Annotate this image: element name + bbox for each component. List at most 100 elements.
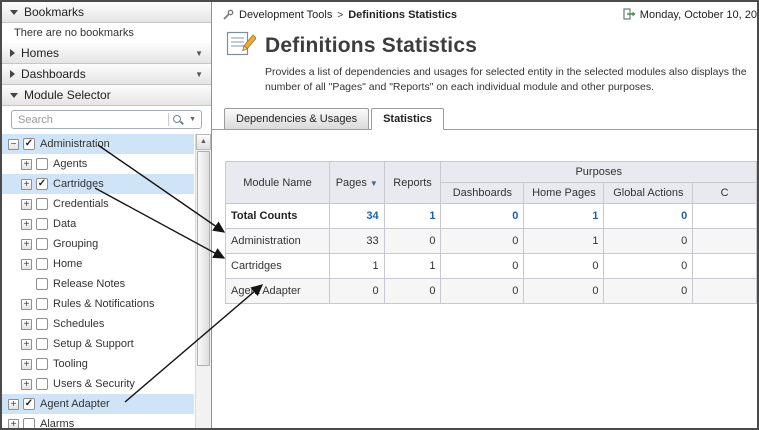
count-cell[interactable]: 0: [441, 279, 524, 304]
count-cell[interactable]: 33: [329, 229, 384, 254]
breadcrumb-development-tools[interactable]: Development Tools: [239, 9, 332, 21]
tree-item[interactable]: Release Notes: [2, 274, 194, 294]
column-header-clipped[interactable]: C: [693, 183, 757, 204]
count-cell[interactable]: 0: [384, 279, 441, 304]
checkbox[interactable]: [36, 238, 48, 250]
table-row[interactable]: Administration 33 0 0 1 0: [226, 229, 757, 254]
sidebar-section-homes[interactable]: Homes ▼: [2, 43, 211, 64]
checkbox[interactable]: [36, 358, 48, 370]
checkbox[interactable]: [36, 298, 48, 310]
chevron-down-icon[interactable]: ▼: [195, 70, 203, 79]
count-cell[interactable]: 34: [329, 204, 384, 229]
count-cell[interactable]: 0: [441, 204, 524, 229]
column-header-global-actions[interactable]: Global Actions: [604, 183, 693, 204]
tree-item-label: Agents: [53, 158, 87, 170]
count-cell[interactable]: 1: [524, 229, 604, 254]
count-cell[interactable]: 0: [604, 204, 693, 229]
table-row[interactable]: Total Counts 34 1 0 1 0: [226, 204, 757, 229]
tree-item[interactable]: + Data: [2, 214, 194, 234]
count-cell[interactable]: 0: [604, 279, 693, 304]
count-cell[interactable]: 0: [604, 229, 693, 254]
checkbox[interactable]: [36, 258, 48, 270]
chevron-down-icon[interactable]: ▼: [195, 49, 203, 58]
checkbox[interactable]: ✓: [23, 138, 35, 150]
checkbox[interactable]: [36, 218, 48, 230]
expand-icon[interactable]: +: [21, 219, 32, 230]
expand-icon[interactable]: +: [8, 399, 19, 410]
expand-icon[interactable]: −: [8, 139, 19, 150]
column-header-home-pages[interactable]: Home Pages: [524, 183, 604, 204]
checkbox[interactable]: ✓: [36, 178, 48, 190]
column-header-pages[interactable]: Pages▼: [329, 162, 384, 204]
logout-icon[interactable]: [623, 8, 636, 23]
tree-item[interactable]: + Users & Security: [2, 374, 194, 394]
tree-item[interactable]: + ✓ Cartridges: [2, 174, 194, 194]
checkbox[interactable]: [36, 318, 48, 330]
checkbox[interactable]: ✓: [23, 398, 35, 410]
checkbox[interactable]: [36, 378, 48, 390]
section-label: Module Selector: [24, 88, 111, 102]
tree-item[interactable]: + Credentials: [2, 194, 194, 214]
tree-item[interactable]: + Alarms: [2, 414, 194, 428]
expand-icon[interactable]: +: [21, 359, 32, 370]
column-group-purposes: Purposes: [441, 162, 757, 183]
tree-item[interactable]: + Grouping: [2, 234, 194, 254]
search-icon[interactable]: [173, 114, 185, 126]
count-cell[interactable]: 0: [329, 279, 384, 304]
sidebar-section-module-selector[interactable]: Module Selector: [2, 85, 211, 106]
tree-item[interactable]: + Rules & Notifications: [2, 294, 194, 314]
count-cell-clipped[interactable]: [693, 254, 757, 279]
count-cell[interactable]: 0: [524, 279, 604, 304]
count-cell[interactable]: 0: [441, 254, 524, 279]
count-cell[interactable]: 1: [384, 204, 441, 229]
expand-icon[interactable]: +: [21, 299, 32, 310]
expand-icon[interactable]: +: [8, 419, 19, 429]
scroll-up-icon[interactable]: ▲: [196, 134, 211, 150]
table-row[interactable]: Cartridges 1 1 0 0 0: [226, 254, 757, 279]
count-cell[interactable]: 0: [604, 254, 693, 279]
table-row[interactable]: Agent Adapter 0 0 0 0 0: [226, 279, 757, 304]
count-cell[interactable]: 0: [441, 229, 524, 254]
count-cell-clipped[interactable]: [693, 204, 757, 229]
tab-bar: Dependencies & Usages Statistics: [212, 107, 757, 130]
count-cell[interactable]: 0: [524, 254, 604, 279]
scrollbar-thumb[interactable]: [197, 151, 210, 366]
column-header-dashboards[interactable]: Dashboards: [441, 183, 524, 204]
count-cell[interactable]: 1: [384, 254, 441, 279]
count-cell-clipped[interactable]: [693, 279, 757, 304]
checkbox[interactable]: [36, 338, 48, 350]
column-header-reports[interactable]: Reports: [384, 162, 441, 204]
tree-item[interactable]: + ✓ Agent Adapter: [2, 394, 194, 414]
sidebar-section-bookmarks[interactable]: Bookmarks: [2, 2, 211, 23]
page-title: Definitions Statistics: [265, 34, 477, 58]
expand-icon[interactable]: +: [21, 199, 32, 210]
tree-item[interactable]: + Tooling: [2, 354, 194, 374]
expand-icon[interactable]: +: [21, 239, 32, 250]
checkbox[interactable]: [23, 418, 35, 428]
checkbox[interactable]: [36, 198, 48, 210]
chevron-down-icon[interactable]: ▼: [189, 116, 196, 123]
count-cell[interactable]: 0: [384, 229, 441, 254]
tree-scrollbar[interactable]: ▲: [195, 134, 211, 428]
column-header-module-name[interactable]: Module Name: [226, 162, 330, 204]
tree-item[interactable]: + Agents: [2, 154, 194, 174]
tree-item[interactable]: + Setup & Support: [2, 334, 194, 354]
search-input[interactable]: [18, 114, 166, 126]
tab-statistics[interactable]: Statistics: [371, 108, 444, 130]
expand-icon[interactable]: +: [21, 159, 32, 170]
tree-item[interactable]: + Home: [2, 254, 194, 274]
checkbox[interactable]: [36, 278, 48, 290]
count-cell[interactable]: 1: [329, 254, 384, 279]
tree-item[interactable]: − ✓ Administration: [2, 134, 194, 154]
expand-icon[interactable]: +: [21, 259, 32, 270]
expand-icon[interactable]: +: [21, 319, 32, 330]
tab-dependencies-usages[interactable]: Dependencies & Usages: [224, 108, 369, 130]
expand-icon[interactable]: +: [21, 339, 32, 350]
tree-item[interactable]: + Schedules: [2, 314, 194, 334]
checkbox[interactable]: [36, 158, 48, 170]
count-cell[interactable]: 1: [524, 204, 604, 229]
count-cell-clipped[interactable]: [693, 229, 757, 254]
expand-icon[interactable]: +: [21, 179, 32, 190]
sidebar-section-dashboards[interactable]: Dashboards ▼: [2, 64, 211, 85]
expand-icon[interactable]: +: [21, 379, 32, 390]
